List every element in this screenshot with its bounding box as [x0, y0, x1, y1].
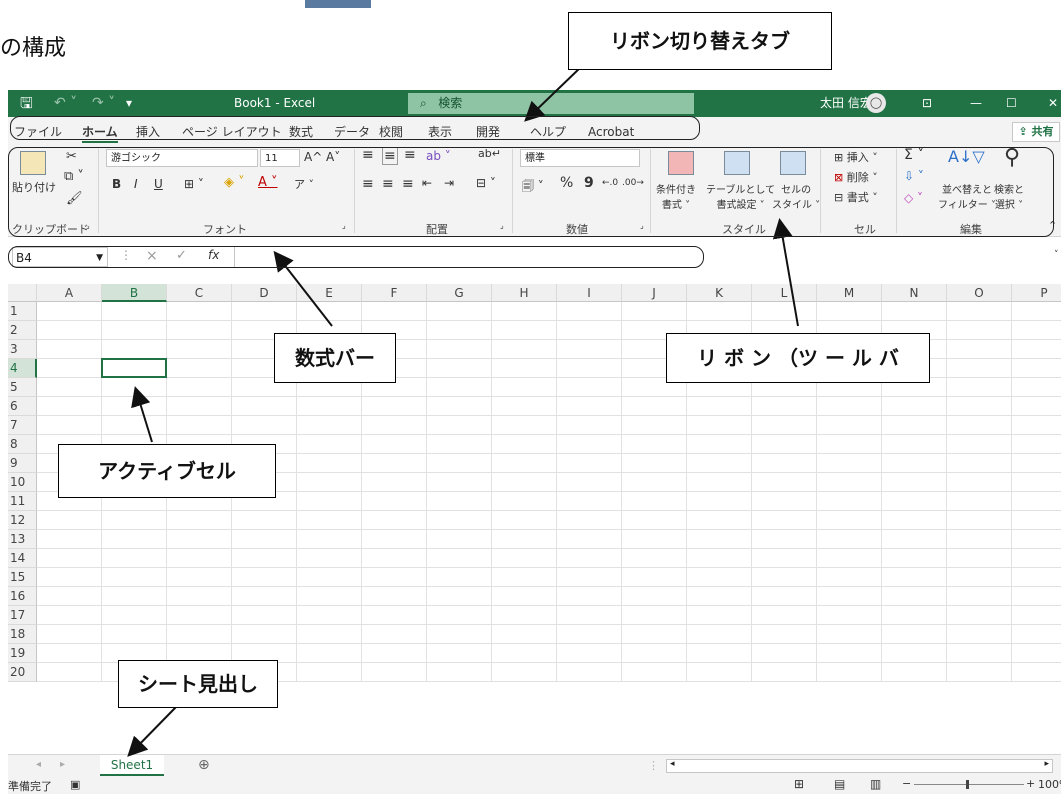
active-cell-arrow	[131, 386, 153, 443]
ribbon-tabs-highlight	[10, 116, 700, 140]
active-cell-callout: アクティブセル	[58, 444, 276, 498]
ribbon-tabs-arrow	[524, 65, 583, 122]
ribbon-callout: リ ボ ン （ツ ー ル バ	[666, 333, 930, 383]
ribbon-tabs-callout: リボン切り替えタブ	[568, 12, 832, 70]
formula-bar-callout: 数式バー	[274, 333, 396, 383]
sheet-tab-arrow	[127, 706, 177, 757]
sheet-tab-callout: シート見出し	[118, 660, 278, 708]
ribbon-arrow	[772, 218, 799, 327]
formula-bar-highlight	[8, 246, 704, 268]
ribbon-highlight	[8, 147, 1054, 237]
